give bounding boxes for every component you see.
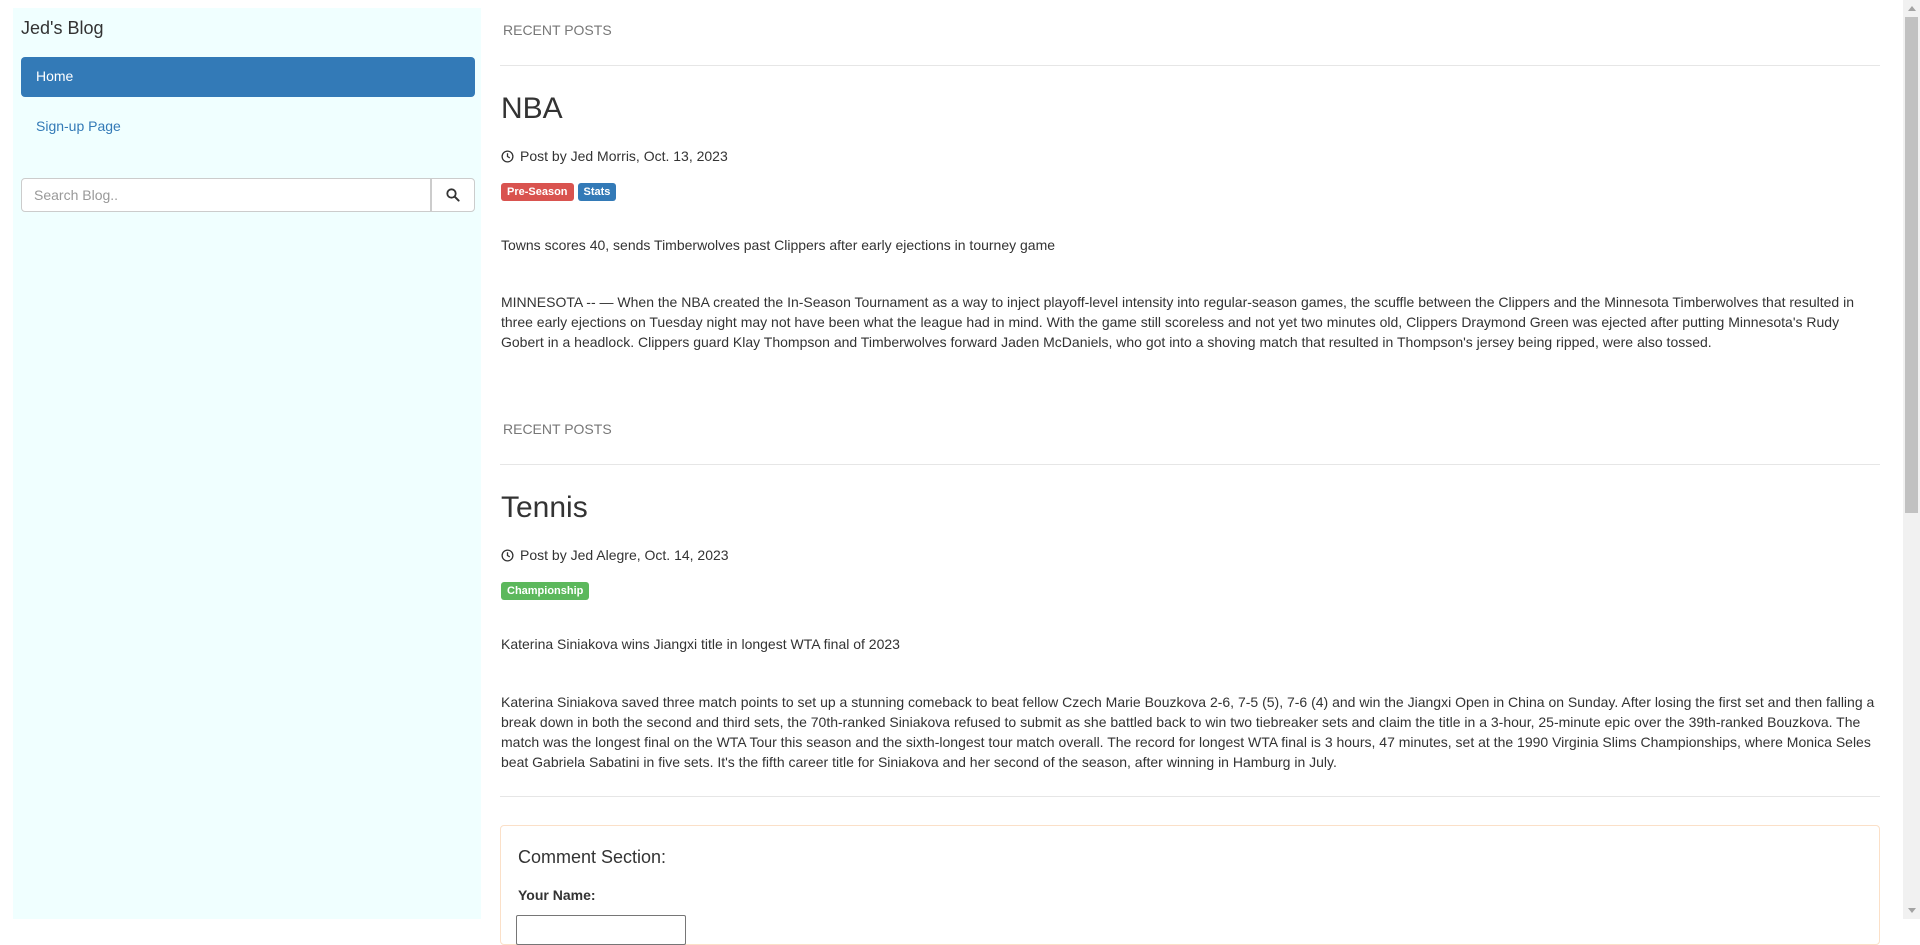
search-button[interactable]: [431, 178, 475, 212]
divider: [500, 65, 1880, 66]
nav-item-home[interactable]: Home: [21, 57, 475, 97]
scroll-down-arrow[interactable]: [1903, 902, 1920, 919]
search-icon: [446, 188, 460, 202]
post-meta: Post by Jed Alegre, Oct. 14, 2023: [501, 547, 729, 563]
scrollbar-thumb[interactable]: [1905, 17, 1918, 513]
section-label: RECENT POSTS: [503, 22, 612, 38]
comment-section-title: Comment Section:: [518, 847, 667, 867]
clock-icon: [501, 548, 514, 562]
scrollbar[interactable]: [1903, 0, 1920, 919]
divider: [500, 464, 1880, 465]
name-label: Your Name:: [518, 887, 596, 903]
post-title: Tennis: [501, 491, 588, 524]
nav-item-signup[interactable]: Sign-up Page: [36, 118, 121, 134]
post-body: MINNESOTA -- — When the NBA created the …: [501, 294, 1854, 350]
post-subtitle: Towns scores 40, sends Timberwolves past…: [501, 237, 1056, 253]
blog-title: Jed's Blog: [21, 18, 104, 38]
post-meta: Post by Jed Morris, Oct. 13, 2023: [501, 148, 728, 164]
post-subtitle: Katerina Siniakova wins Jiangxi title in…: [501, 636, 900, 652]
post-meta-text: Post by Jed Alegre, Oct. 14, 2023: [520, 547, 729, 563]
tag-label[interactable]: Championship: [501, 582, 590, 600]
post-tags: Championship: [501, 582, 590, 600]
clock-icon: [501, 149, 514, 163]
post-meta-text: Post by Jed Morris, Oct. 13, 2023: [520, 148, 728, 164]
section-label: RECENT POSTS: [503, 421, 612, 437]
tag-label[interactable]: Stats: [577, 183, 617, 201]
comment-section: Comment Section: Your Name:: [500, 825, 1880, 945]
post-title: NBA: [501, 92, 563, 125]
post-tags: Pre-Season Stats: [501, 183, 617, 201]
search-input[interactable]: [21, 178, 431, 212]
scroll-up-arrow[interactable]: [1903, 0, 1920, 17]
tag-label[interactable]: Pre-Season: [501, 183, 574, 201]
post-body: Katerina Siniakova saved three match poi…: [501, 694, 1875, 770]
sidebar: Jed's Blog Home Sign-up Page: [13, 8, 481, 919]
name-input[interactable]: [516, 915, 686, 945]
divider: [500, 796, 1880, 797]
